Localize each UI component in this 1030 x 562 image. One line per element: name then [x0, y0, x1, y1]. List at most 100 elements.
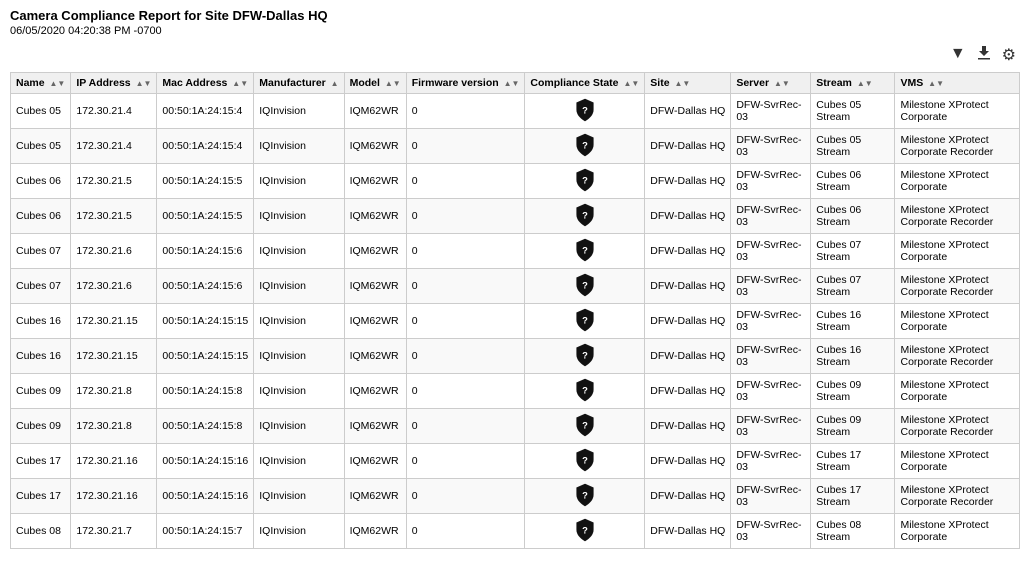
- compliance-shield-icon: ?: [572, 97, 598, 123]
- cell-model: IQM62WR: [344, 234, 406, 269]
- cell-vms: Milestone XProtect Corporate Recorder: [895, 409, 1020, 444]
- cell-compliance: ?: [525, 164, 645, 199]
- cell-ip: 172.30.21.16: [71, 479, 157, 514]
- cell-model: IQM62WR: [344, 129, 406, 164]
- cell-stream: Cubes 09 Stream: [811, 409, 895, 444]
- cell-server: DFW-SvrRec-03: [731, 409, 811, 444]
- cell-manufacturer: IQInvision: [254, 94, 344, 129]
- cell-mac: 00:50:1A:24:15:16: [157, 444, 254, 479]
- col-header-mac[interactable]: Mac Address ▲▼: [157, 73, 254, 94]
- svg-text:?: ?: [582, 140, 588, 151]
- col-header-ip[interactable]: IP Address ▲▼: [71, 73, 157, 94]
- col-header-firmware[interactable]: Firmware version ▲▼: [406, 73, 525, 94]
- cell-compliance: ?: [525, 444, 645, 479]
- settings-icon[interactable]: ⚙: [1002, 45, 1016, 66]
- cell-stream: Cubes 05 Stream: [811, 129, 895, 164]
- cell-name: Cubes 07: [11, 269, 71, 304]
- page-wrapper: Camera Compliance Report for Site DFW-Da…: [0, 0, 1030, 562]
- col-header-server[interactable]: Server ▲▼: [731, 73, 811, 94]
- col-header-site[interactable]: Site ▲▼: [645, 73, 731, 94]
- cell-model: IQM62WR: [344, 304, 406, 339]
- col-header-model[interactable]: Model ▲▼: [344, 73, 406, 94]
- cell-compliance: ?: [525, 129, 645, 164]
- cell-ip: 172.30.21.15: [71, 339, 157, 374]
- cell-site: DFW-Dallas HQ: [645, 164, 731, 199]
- cell-compliance: ?: [525, 514, 645, 549]
- download-icon[interactable]: [976, 45, 992, 66]
- col-header-stream[interactable]: Stream ▲▼: [811, 73, 895, 94]
- cell-firmware: 0: [406, 129, 525, 164]
- table-row: Cubes 16172.30.21.1500:50:1A:24:15:15IQI…: [11, 304, 1020, 339]
- cell-mac: 00:50:1A:24:15:6: [157, 269, 254, 304]
- cell-ip: 172.30.21.7: [71, 514, 157, 549]
- cell-server: DFW-SvrRec-03: [731, 304, 811, 339]
- cell-mac: 00:50:1A:24:15:6: [157, 234, 254, 269]
- cell-vms: Milestone XProtect Corporate Recorder: [895, 479, 1020, 514]
- cell-site: DFW-Dallas HQ: [645, 94, 731, 129]
- cell-model: IQM62WR: [344, 479, 406, 514]
- cell-manufacturer: IQInvision: [254, 339, 344, 374]
- svg-text:?: ?: [582, 105, 588, 116]
- cell-stream: Cubes 09 Stream: [811, 374, 895, 409]
- cell-compliance: ?: [525, 269, 645, 304]
- col-header-name[interactable]: Name ▲▼: [11, 73, 71, 94]
- cell-model: IQM62WR: [344, 199, 406, 234]
- cell-vms: Milestone XProtect Corporate Recorder: [895, 269, 1020, 304]
- cell-mac: 00:50:1A:24:15:16: [157, 479, 254, 514]
- cell-ip: 172.30.21.8: [71, 374, 157, 409]
- report-date: 06/05/2020 04:20:38 PM -0700: [10, 25, 1020, 37]
- cell-name: Cubes 07: [11, 234, 71, 269]
- cell-mac: 00:50:1A:24:15:15: [157, 304, 254, 339]
- cell-compliance: ?: [525, 374, 645, 409]
- cell-name: Cubes 06: [11, 164, 71, 199]
- col-header-vms[interactable]: VMS ▲▼: [895, 73, 1020, 94]
- cell-compliance: ?: [525, 234, 645, 269]
- cell-vms: Milestone XProtect Corporate: [895, 304, 1020, 339]
- cell-name: Cubes 16: [11, 339, 71, 374]
- cell-server: DFW-SvrRec-03: [731, 129, 811, 164]
- cell-manufacturer: IQInvision: [254, 129, 344, 164]
- compliance-table: Name ▲▼ IP Address ▲▼ Mac Address ▲▼ Man…: [10, 72, 1020, 549]
- compliance-shield-icon: ?: [572, 517, 598, 543]
- table-row: Cubes 17172.30.21.1600:50:1A:24:15:16IQI…: [11, 444, 1020, 479]
- cell-manufacturer: IQInvision: [254, 199, 344, 234]
- cell-site: DFW-Dallas HQ: [645, 199, 731, 234]
- cell-server: DFW-SvrRec-03: [731, 269, 811, 304]
- cell-manufacturer: IQInvision: [254, 514, 344, 549]
- compliance-shield-icon: ?: [572, 447, 598, 473]
- cell-server: DFW-SvrRec-03: [731, 444, 811, 479]
- cell-site: DFW-Dallas HQ: [645, 479, 731, 514]
- cell-mac: 00:50:1A:24:15:8: [157, 409, 254, 444]
- cell-stream: Cubes 06 Stream: [811, 199, 895, 234]
- cell-server: DFW-SvrRec-03: [731, 234, 811, 269]
- cell-mac: 00:50:1A:24:15:5: [157, 199, 254, 234]
- cell-mac: 00:50:1A:24:15:7: [157, 514, 254, 549]
- cell-model: IQM62WR: [344, 374, 406, 409]
- cell-firmware: 0: [406, 304, 525, 339]
- cell-ip: 172.30.21.4: [71, 129, 157, 164]
- filter-icon[interactable]: ▼: [950, 45, 966, 66]
- cell-site: DFW-Dallas HQ: [645, 444, 731, 479]
- compliance-shield-icon: ?: [572, 412, 598, 438]
- cell-server: DFW-SvrRec-03: [731, 199, 811, 234]
- col-header-manufacturer[interactable]: Manufacturer ▲: [254, 73, 344, 94]
- compliance-shield-icon: ?: [572, 202, 598, 228]
- cell-model: IQM62WR: [344, 164, 406, 199]
- cell-firmware: 0: [406, 514, 525, 549]
- cell-ip: 172.30.21.8: [71, 409, 157, 444]
- toolbar: ▼ ⚙: [10, 45, 1020, 66]
- col-header-compliance[interactable]: Compliance State ▲▼: [525, 73, 645, 94]
- cell-ip: 172.30.21.5: [71, 164, 157, 199]
- cell-vms: Milestone XProtect Corporate: [895, 444, 1020, 479]
- cell-ip: 172.30.21.5: [71, 199, 157, 234]
- svg-text:?: ?: [582, 385, 588, 396]
- cell-stream: Cubes 16 Stream: [811, 339, 895, 374]
- compliance-shield-icon: ?: [572, 272, 598, 298]
- cell-site: DFW-Dallas HQ: [645, 269, 731, 304]
- compliance-shield-icon: ?: [572, 482, 598, 508]
- cell-server: DFW-SvrRec-03: [731, 514, 811, 549]
- cell-server: DFW-SvrRec-03: [731, 479, 811, 514]
- cell-server: DFW-SvrRec-03: [731, 94, 811, 129]
- cell-firmware: 0: [406, 199, 525, 234]
- cell-name: Cubes 17: [11, 444, 71, 479]
